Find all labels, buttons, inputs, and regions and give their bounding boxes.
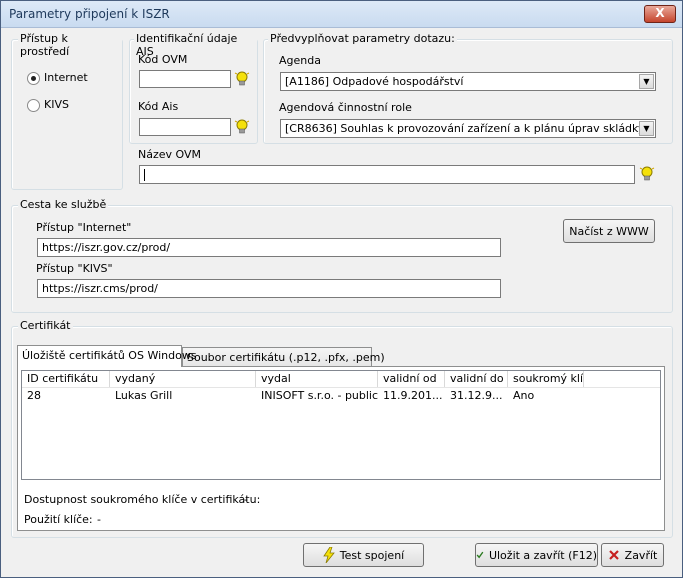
cell-vydany: Lukas Grill	[115, 389, 173, 402]
window-title: Parametry připojení k ISZR	[9, 7, 170, 21]
certificate-group: Certifikát Úložiště certifikátů OS Windo…	[11, 319, 673, 538]
close-icon	[608, 550, 619, 560]
kod-ovm-input[interactable]	[139, 70, 231, 88]
prefill-group-title: Předvyplňovat parametry dotazu:	[268, 32, 457, 45]
certificate-list-header: ID certifikátu vydaný vydal validní od v…	[22, 371, 660, 388]
column-private-key[interactable]: soukromý klíč	[508, 371, 584, 387]
key-availability-label: Dostupnost soukromého klíče v certifikát…	[24, 493, 261, 506]
title-bar[interactable]: Parametry připojení k ISZR X	[1, 1, 682, 28]
kod-ovm-label: Kód OVM	[138, 53, 188, 66]
radio-internet-label: Internet	[44, 71, 88, 84]
kivs-url-label: Přístup "KIVS"	[36, 262, 113, 275]
role-select[interactable]: [CR8636] Souhlas k provozování zařízení …	[280, 119, 656, 138]
key-usage-value: -	[97, 513, 101, 526]
role-select-value: [CR8636] Souhlas k provozování zařízení …	[285, 122, 645, 135]
cell-valid-from: 11.9.201...	[383, 389, 443, 402]
nazev-ovm-input[interactable]	[139, 165, 635, 184]
column-valid-to[interactable]: validní do	[445, 371, 508, 387]
key-usage-label: Použití klíče:	[24, 513, 93, 526]
chevron-down-icon[interactable]: ▼	[639, 121, 654, 136]
radio-kivs[interactable]	[27, 99, 40, 112]
cell-private-key: Ano	[513, 389, 535, 402]
certificate-list[interactable]: ID certifikátu vydaný vydal validní od v…	[21, 370, 661, 480]
agenda-label: Agenda	[279, 54, 321, 67]
checkmark-icon	[476, 551, 484, 559]
cell-vydal: INISOFT s.r.o. - public	[261, 389, 378, 402]
radio-internet[interactable]	[27, 72, 40, 85]
internet-url-label: Přístup "Internet"	[36, 221, 132, 234]
nazev-ovm-label: Název OVM	[138, 148, 201, 161]
certificate-tab-panel: ID certifikátu vydaný vydal validní od v…	[17, 366, 665, 531]
lightbulb-icon[interactable]	[639, 165, 655, 183]
close-button[interactable]: Zavřít	[601, 543, 664, 567]
save-and-close-button[interactable]: Uložit a zavřít (F12)	[475, 543, 598, 567]
close-label: Zavřít	[624, 548, 658, 562]
role-label: Agendová činnostní role	[279, 101, 412, 114]
agenda-select[interactable]: [A1186] Odpadové hospodářství ▼	[280, 72, 656, 91]
load-from-www-label: Načíst z WWW	[569, 224, 649, 238]
window-close-button[interactable]: X	[644, 5, 676, 23]
kivs-url-input[interactable]: https://iszr.cms/prod/	[37, 279, 501, 298]
column-valid-from[interactable]: validní od	[378, 371, 445, 387]
test-connection-label: Test spojení	[339, 548, 405, 562]
chevron-down-icon[interactable]: ▼	[639, 74, 654, 89]
radio-kivs-label: KIVS	[44, 98, 69, 111]
cell-id: 28	[27, 389, 41, 402]
service-group-title: Cesta ke službě	[18, 198, 109, 211]
column-id[interactable]: ID certifikátu	[22, 371, 110, 387]
tab-certificate-file[interactable]: Soubor certifikátu (.p12, .pfx, .pem)	[182, 347, 385, 367]
kod-ais-label: Kód Ais	[138, 100, 179, 113]
access-group-title: Přístup k prostředí	[18, 32, 122, 58]
cell-valid-to: 31.12.9...	[450, 389, 503, 402]
key-availability-value: -	[244, 493, 248, 506]
test-connection-button[interactable]: Test spojení	[303, 543, 424, 567]
column-vydany[interactable]: vydaný	[110, 371, 256, 387]
kod-ais-input[interactable]	[139, 118, 231, 136]
internet-url-input[interactable]: https://iszr.gov.cz/prod/	[37, 238, 501, 257]
lightning-icon	[323, 547, 335, 563]
load-from-www-button[interactable]: Načíst z WWW	[563, 219, 655, 243]
lightbulb-icon[interactable]	[234, 118, 250, 136]
certificate-group-title: Certifikát	[18, 319, 73, 332]
tab-windows-store[interactable]: Úložiště certifikátů OS Windows	[17, 345, 197, 367]
dialog-window: Parametry připojení k ISZR X Přístup k p…	[0, 0, 683, 578]
save-and-close-label: Uložit a zavřít (F12)	[488, 548, 597, 562]
table-row[interactable]: 28 Lukas Grill INISOFT s.r.o. - public 1…	[22, 388, 660, 404]
ais-group: Identifikační údaje AIS Kód OVM Kód Ais	[129, 32, 258, 144]
agenda-select-value: [A1186] Odpadové hospodářství	[285, 75, 464, 88]
access-group: Přístup k prostředí Internet KIVS	[11, 32, 123, 190]
dialog-body: Přístup k prostředí Internet KIVS Identi…	[2, 28, 681, 576]
lightbulb-icon[interactable]	[234, 70, 250, 88]
service-group: Cesta ke službě Přístup "Internet" https…	[11, 198, 673, 313]
column-vydal[interactable]: vydal	[256, 371, 378, 387]
prefill-group: Předvyplňovat parametry dotazu: Agenda […	[263, 32, 673, 144]
